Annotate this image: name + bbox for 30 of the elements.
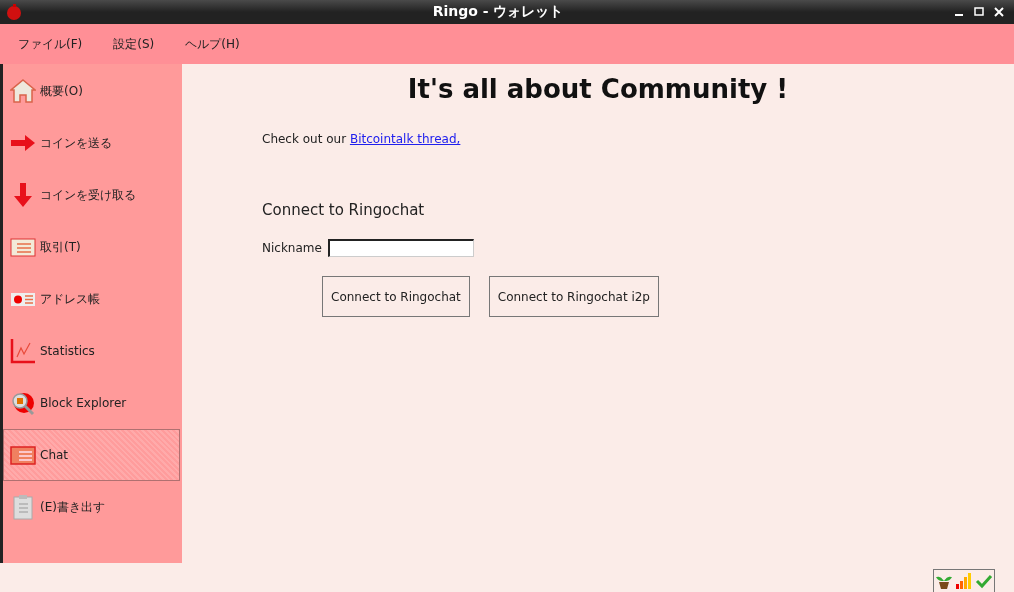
clipboard-icon (10, 494, 36, 520)
sidebar-item[interactable]: コインを送る (3, 117, 180, 169)
sidebar-item[interactable]: Statistics (3, 325, 180, 377)
intro-text: Check out our Bitcointalk thread, (262, 132, 462, 146)
close-icon[interactable] (994, 7, 1004, 17)
connect-button[interactable]: Connect to Ringochat i2p (488, 276, 659, 317)
sidebar-item[interactable]: Block Explorer (3, 377, 180, 429)
magnifier-icon (10, 390, 36, 416)
connect-button[interactable]: Connect to Ringochat (322, 276, 470, 317)
window-title: Ringo - ウォレット (431, 3, 565, 21)
page-heading: It's all about Community ! (406, 74, 790, 104)
nickname-label: Nickname (262, 241, 322, 255)
menu-item[interactable]: ファイル(F) (18, 35, 83, 53)
checkmark-icon (975, 572, 993, 590)
house-icon (10, 78, 36, 104)
sidebar-item[interactable]: 概要(O) (3, 65, 180, 117)
apple-logo-icon (6, 4, 22, 20)
sidebar-item[interactable]: 取引(T) (3, 221, 180, 273)
nickname-field[interactable] (327, 239, 474, 257)
section-title: Connect to Ringochat (262, 201, 426, 219)
sidebar-item[interactable]: (E)書き出す (3, 481, 180, 533)
line-chart-icon (10, 338, 36, 364)
thread-link[interactable]: Bitcointalk thread, (349, 132, 461, 146)
sidebar-item[interactable]: Chat (3, 429, 180, 481)
menu-item[interactable]: ヘルプ(H) (185, 35, 240, 53)
sidebar-item[interactable]: アドレス帳 (3, 273, 180, 325)
signal-bars-icon (955, 572, 973, 590)
sidebar-item[interactable]: コインを受け取る (3, 169, 180, 221)
menu-item[interactable]: 設定(S) (113, 35, 155, 53)
maximize-icon[interactable] (974, 7, 984, 17)
